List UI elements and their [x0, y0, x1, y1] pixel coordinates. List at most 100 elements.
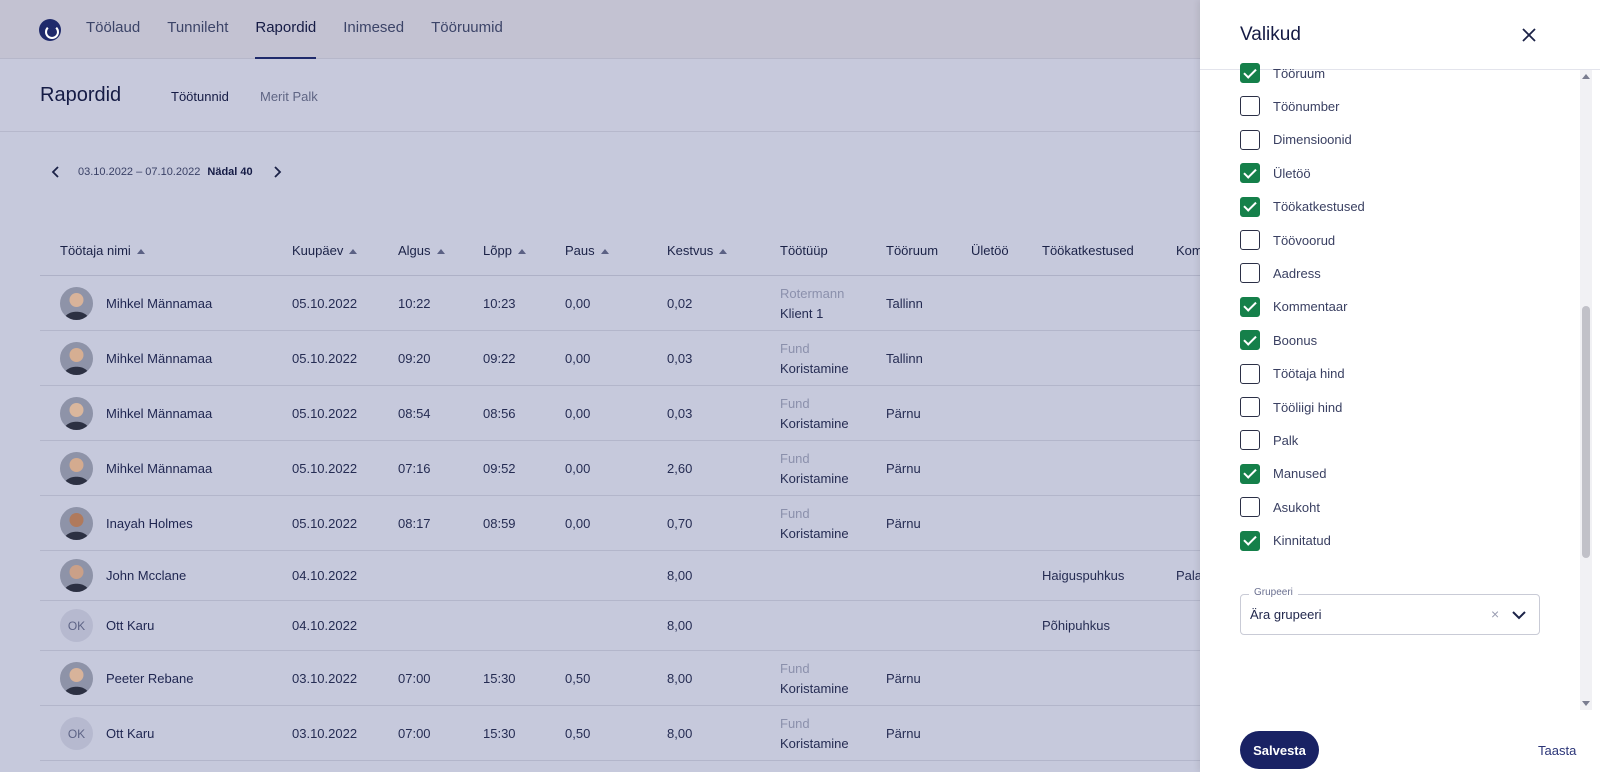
checkbox[interactable]	[1240, 363, 1260, 384]
checkbox[interactable]	[1240, 63, 1260, 83]
column-header-comment[interactable]: Kom	[1176, 226, 1203, 276]
checkbox[interactable]	[1240, 263, 1260, 284]
table-row[interactable]: Mihkel Männamaa 05.10.2022 09:20 09:22 0,00 0…	[40, 331, 1200, 386]
table-row[interactable]: Mihkel Männamaa 05.10.2022 10:22 10:23 0,00 0…	[40, 276, 1200, 331]
column-header-worktype[interactable]: Töötüüp	[780, 226, 828, 276]
column-header-date[interactable]: Kuupäev	[292, 226, 358, 276]
option-12[interactable]: Manused	[1240, 462, 1326, 486]
checkbox[interactable]	[1240, 430, 1260, 451]
pause-cell: 0,00	[565, 351, 591, 366]
checkbox[interactable]	[1240, 397, 1260, 417]
checkbox[interactable]	[1240, 163, 1260, 184]
worktype-cell: Koristamine	[780, 416, 849, 431]
table-row[interactable]: Mihkel Männamaa 05.10.2022 07:16 09:52 0,00 2…	[40, 441, 1200, 496]
column-header-interruptions[interactable]: Töökatkestused	[1042, 226, 1134, 276]
duration-cell: 0,03	[667, 406, 693, 421]
interruption-cell: Haiguspuhkus	[1042, 568, 1125, 583]
checkbox[interactable]	[1240, 330, 1260, 351]
sort-arrow-icon	[436, 248, 445, 254]
sort-arrow-icon	[136, 248, 145, 254]
duration-cell: 8,00	[667, 568, 693, 583]
table-row[interactable]: Peeter Rebane 03.10.2022 07:00 15:30 0,50 8,0…	[40, 651, 1200, 706]
group-by-select[interactable]: Grupeeri Ära grupeeri ×	[1240, 587, 1540, 635]
table-row[interactable]: Mihkel Männamaa 05.10.2022 08:54 08:56 0,00 0…	[40, 386, 1200, 441]
nav-item-tooruumid[interactable]: Tööruumid	[431, 0, 503, 59]
clear-selection-icon[interactable]: ×	[1491, 606, 1499, 622]
option-11[interactable]: Palk	[1240, 428, 1298, 452]
worktype-cell: Klient 1	[780, 306, 824, 321]
option-8[interactable]: Boonus	[1240, 328, 1317, 352]
checkbox[interactable]	[1240, 196, 1260, 217]
scroll-up-arrow-icon[interactable]	[1582, 74, 1590, 79]
column-header-duration[interactable]: Kestvus	[667, 226, 728, 276]
nav-item-rapordid[interactable]: Rapordid	[255, 0, 316, 59]
save-button[interactable]: Salvesta	[1240, 731, 1319, 769]
column-header-room[interactable]: Tööruum	[886, 226, 938, 276]
option-10[interactable]: Tööliigi hind	[1240, 395, 1342, 419]
previous-week-button[interactable]	[44, 160, 68, 184]
option-1[interactable]: Töönumber	[1240, 94, 1339, 118]
column-header-pause[interactable]: Paus	[565, 226, 609, 276]
tab-merit-palk[interactable]: Merit Palk	[260, 89, 318, 104]
checkbox[interactable]	[1240, 96, 1260, 117]
option-14[interactable]: Kinnitatud	[1240, 529, 1331, 553]
close-panel-button[interactable]	[1516, 22, 1542, 48]
column-header-overtime[interactable]: Ületöö	[971, 226, 1009, 276]
panel-scrollbar[interactable]	[1580, 70, 1592, 710]
checkbox[interactable]	[1240, 129, 1260, 150]
room-cell: Tallinn	[886, 296, 923, 311]
date-cell: 04.10.2022	[292, 568, 358, 583]
scrollbar-thumb[interactable]	[1582, 306, 1590, 558]
option-4[interactable]: Töökatkestused	[1240, 195, 1365, 219]
chevron-down-icon[interactable]	[1511, 608, 1527, 622]
option-6[interactable]: Aadress	[1240, 261, 1321, 285]
checkbox[interactable]	[1240, 463, 1260, 484]
table-row[interactable]: John Mcclane 04.10.2022 8,00 Haiguspuhkus Pa…	[40, 551, 1203, 601]
checkbox[interactable]	[1240, 497, 1260, 518]
next-week-button[interactable]	[265, 160, 289, 184]
pause-cell: 0,00	[565, 406, 591, 421]
option-2[interactable]: Dimensioonid	[1240, 128, 1352, 152]
scroll-down-arrow-icon[interactable]	[1582, 701, 1590, 706]
reset-link[interactable]: Taasta	[1538, 743, 1576, 758]
end-time-cell: 15:30	[483, 671, 516, 686]
checkbox[interactable]	[1240, 230, 1260, 250]
option-label: Manused	[1273, 466, 1327, 482]
column-header-start[interactable]: Algus	[398, 226, 445, 276]
worktype-cell: Koristamine	[780, 471, 849, 486]
option-3[interactable]: Ületöö	[1240, 161, 1311, 185]
avatar: OK	[60, 717, 93, 750]
checkbox[interactable]	[1240, 530, 1260, 551]
option-7[interactable]: Kommentaar	[1240, 295, 1347, 319]
nav-item-inimesed[interactable]: Inimesed	[343, 0, 404, 59]
end-time-cell: 08:56	[483, 406, 516, 421]
checkbox[interactable]	[1240, 296, 1260, 317]
avatar: OK	[60, 609, 93, 642]
option-9[interactable]: Töötaja hind	[1240, 362, 1345, 386]
table-row[interactable]: Inayah Holmes 05.10.2022 08:17 08:59 0,00 0,7…	[40, 496, 1200, 551]
duration-cell: 8,00	[667, 726, 693, 741]
hours-report-table: Töötaja nimi Kuupäev Algus Lõpp Paus Kes…	[40, 226, 1203, 761]
option-label: Palk	[1273, 432, 1299, 448]
end-time-cell: 08:59	[483, 516, 516, 531]
column-header-end[interactable]: Lõpp	[483, 226, 526, 276]
start-time-cell: 07:00	[398, 726, 431, 741]
option-0[interactable]: Tööruum	[1240, 61, 1325, 85]
column-header-label: Paus	[565, 243, 595, 258]
date-cell: 04.10.2022	[292, 618, 358, 633]
table-row[interactable]: OK Ott Karu 04.10.2022 8,00 Põhipuhkus	[40, 601, 1200, 651]
app-logo-icon[interactable]	[39, 19, 61, 41]
date-cell: 05.10.2022	[292, 406, 358, 421]
worktype-location-cell: Fund	[780, 716, 810, 731]
comment-cell: Pala	[1176, 568, 1203, 583]
nav-item-tunnileht[interactable]: Tunnileht	[167, 0, 228, 59]
room-cell: Tallinn	[886, 351, 923, 366]
tab-tootunnid[interactable]: Töötunnid	[171, 89, 229, 104]
option-5[interactable]: Töövoorud	[1240, 228, 1335, 252]
room-cell: Pärnu	[886, 726, 921, 741]
option-13[interactable]: Asukoht	[1240, 495, 1320, 519]
nav-item-toolaud[interactable]: Töölaud	[86, 0, 140, 59]
table-row[interactable]: OK Ott Karu 03.10.2022 07:00 15:30 0,50 8,00 Fu…	[40, 706, 1200, 761]
sort-arrow-icon	[600, 248, 609, 254]
column-header-name[interactable]: Töötaja nimi	[60, 226, 145, 276]
